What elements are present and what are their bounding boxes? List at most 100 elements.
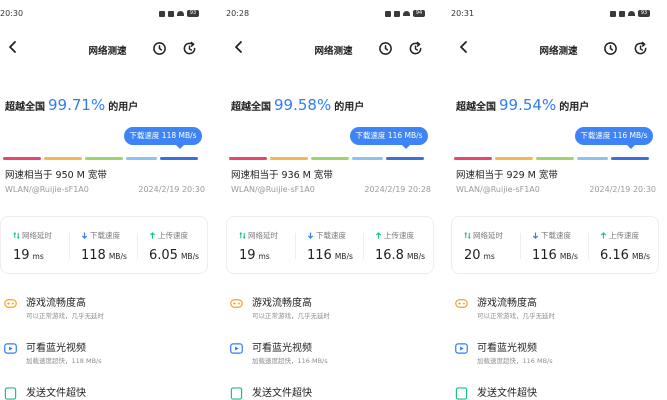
headline-prefix: 超越全国 — [231, 102, 271, 113]
broadband-equivalent: 网速相当于 936 M 宽带 — [231, 170, 333, 181]
history-icon[interactable] — [152, 41, 167, 56]
metric-latency: 网络延时 19 ms — [227, 217, 295, 275]
beat-percent: 99.71% — [48, 96, 106, 114]
status-bar: 20:28 94 — [226, 9, 441, 19]
headline-suffix: 的用户 — [559, 102, 590, 113]
top-nav: 网络测速 — [451, 38, 666, 60]
feature-video: 可看蓝光视频 加载速度超快，116 MB/s — [451, 338, 666, 368]
video-play-icon — [4, 343, 17, 354]
latency-unit: ms — [32, 252, 44, 261]
retest-icon[interactable] — [633, 41, 648, 56]
test-meta: WLAN/@Ruijie-sF1A0 2024/2/19 20:30 — [5, 185, 205, 194]
feature-title: 可看蓝光视频 — [26, 343, 86, 354]
wifi-name: WLAN/@Ruijie-sF1A0 — [5, 185, 89, 194]
history-icon[interactable] — [378, 41, 393, 56]
latency-unit: ms — [258, 252, 270, 261]
ranking-headline: 超越全国 99.54% 的用户 — [456, 96, 589, 114]
wifi-icon — [403, 11, 410, 16]
feature-file-send: 发送文件超快 — [226, 383, 441, 400]
speed-scale-seg-3 — [85, 157, 123, 160]
file-send-icon — [230, 387, 243, 400]
download-label: 下载速度 — [541, 231, 571, 240]
speedtest-screen: 20:30 93 网络测速 超越全国 99.71% 的用户 下载速度 118 MB/… — [0, 0, 215, 400]
speed-scale-seg-1 — [3, 157, 41, 160]
signal-icon — [394, 10, 400, 17]
retest-icon[interactable] — [182, 41, 197, 56]
top-nav: 网络测速 — [226, 38, 441, 60]
gamepad-icon — [455, 299, 468, 308]
test-meta: WLAN/@Ruijie-sF1A0 2024/2/19 20:30 — [456, 185, 656, 194]
download-value: 118 — [81, 248, 106, 263]
download-speed-tooltip: 下载速度 116 MB/s — [350, 127, 428, 149]
wifi-name: WLAN/@Ruijie-sF1A0 — [456, 185, 540, 194]
download-speed-tooltip: 下载速度 116 MB/s — [575, 127, 653, 149]
speed-scale-seg-4 — [126, 157, 157, 160]
upload-value: 6.05 — [149, 248, 178, 263]
speed-scale-seg-1 — [229, 157, 267, 160]
download-unit: MB/s — [559, 252, 578, 261]
speed-scale-seg-5 — [160, 157, 198, 160]
signal-icon — [168, 10, 174, 17]
upload-label: 上传速度 — [609, 231, 639, 240]
feature-video: 可看蓝光视频 加载速度超快，116 MB/s — [226, 338, 441, 368]
speed-scale-seg-4 — [352, 157, 383, 160]
test-date: 2024/2/19 20:30 — [589, 185, 656, 194]
upload-arrow-icon — [600, 232, 607, 239]
test-meta: WLAN/@Ruijie-sF1A0 2024/2/19 20:28 — [231, 185, 431, 194]
status-icons: 93 — [159, 10, 199, 17]
screenshot-root: 20:30 93 网络测速 超越全国 99.71% 的用户 下载速度 118 MB/… — [0, 0, 667, 400]
download-value: 116 — [532, 248, 557, 263]
gamepad-icon — [230, 299, 243, 308]
feature-title: 游戏流畅度高 — [26, 298, 86, 309]
metric-download: 下载速度 118 MB/s — [69, 217, 137, 275]
metric-latency: 网络延时 20 ms — [452, 217, 520, 275]
feature-title: 发送文件超快 — [26, 388, 86, 399]
latency-icon — [464, 232, 471, 239]
top-nav: 网络测速 — [0, 38, 215, 60]
wifi-icon — [177, 11, 184, 16]
speedtest-screen: 20:28 94 网络测速 超越全国 99.58% 的用户 下载速度 116 MB/… — [226, 0, 441, 400]
metric-upload: 上传速度 6.05 MB/s — [137, 217, 205, 275]
download-unit: MB/s — [108, 252, 127, 261]
feature-title: 游戏流畅度高 — [252, 298, 312, 309]
headline-prefix: 超越全国 — [5, 102, 45, 113]
history-icon[interactable] — [603, 41, 618, 56]
feature-subtitle: 可以正常游戏，几乎无延时 — [477, 312, 555, 320]
speed-scale-seg-3 — [311, 157, 349, 160]
feature-subtitle: 加载速度超快，116 MB/s — [477, 357, 553, 365]
metric-download: 下载速度 116 MB/s — [295, 217, 363, 275]
status-bar: 20:31 93 — [451, 9, 666, 19]
feature-subtitle: 加载速度超快，118 MB/s — [26, 357, 102, 365]
latency-value: 19 — [239, 248, 256, 263]
metric-upload: 上传速度 6.16 MB/s — [588, 217, 656, 275]
metric-latency: 网络延时 19 ms — [1, 217, 69, 275]
speed-scale-seg-2 — [495, 157, 533, 160]
beat-percent: 99.58% — [274, 96, 332, 114]
upload-unit: MB/s — [631, 252, 651, 261]
latency-icon — [239, 232, 246, 239]
battery-icon: 93 — [638, 10, 650, 17]
download-label: 下载速度 — [316, 231, 346, 240]
speed-scale-seg-4 — [577, 157, 608, 160]
latency-label: 网络延时 — [473, 231, 503, 240]
upload-arrow-icon — [149, 232, 156, 239]
metrics-card: 网络延时 20 ms 下载速度 116 MB/s 上传速度 6.16 MB/s — [451, 216, 659, 274]
ranking-headline: 超越全国 99.58% 的用户 — [231, 96, 364, 114]
feature-title: 可看蓝光视频 — [477, 343, 537, 354]
speed-scale-seg-3 — [536, 157, 574, 160]
upload-value: 6.16 — [600, 248, 629, 263]
battery-icon: 93 — [187, 10, 199, 17]
signal-icon — [619, 10, 625, 17]
retest-icon[interactable] — [408, 41, 423, 56]
broadband-equivalent: 网速相当于 929 M 宽带 — [456, 170, 558, 181]
speed-scale-seg-1 — [454, 157, 492, 160]
wifi-name: WLAN/@Ruijie-sF1A0 — [231, 185, 315, 194]
speed-scale-seg-5 — [386, 157, 424, 160]
status-time: 20:28 — [226, 9, 250, 18]
feature-subtitle: 可以正常游戏，几乎无延时 — [26, 312, 104, 320]
download-arrow-icon — [307, 232, 314, 239]
metrics-card: 网络延时 19 ms 下载速度 116 MB/s 上传速度 16.8 MB/s — [226, 216, 434, 274]
download-speed-tooltip: 下载速度 118 MB/s — [124, 127, 202, 149]
feature-subtitle: 可以正常游戏，几乎无延时 — [252, 312, 330, 320]
feature-gaming: 游戏流畅度高 可以正常游戏，几乎无延时 — [451, 293, 666, 323]
